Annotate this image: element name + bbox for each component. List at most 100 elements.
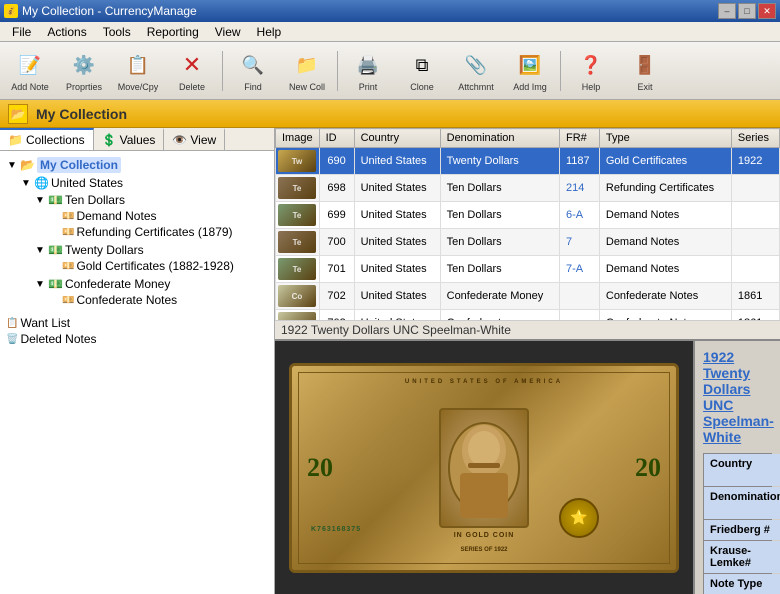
- tree-confederate[interactable]: ▼ 💵 Confederate Money 💴 Confederate Note…: [32, 275, 270, 309]
- menu-tools[interactable]: Tools: [95, 23, 139, 41]
- demand-notes-label[interactable]: Demand Notes: [76, 209, 156, 223]
- table-row[interactable]: Co 703 United States Confederate Confede…: [276, 310, 780, 321]
- gold-certs-row[interactable]: 💴 Gold Certificates (1882-1928): [46, 258, 270, 274]
- add-img-button[interactable]: 🖼️ Add Img: [504, 45, 556, 97]
- tab-view[interactable]: 👁️ View: [164, 128, 225, 150]
- table-row[interactable]: Te 699 United States Ten Dollars 6-A Dem…: [276, 202, 780, 229]
- exit-button[interactable]: 🚪 Exit: [619, 45, 671, 97]
- row-denomination: Confederate Money: [440, 283, 559, 310]
- confederate-notes-row[interactable]: 💴 Confederate Notes: [46, 292, 270, 308]
- help-button[interactable]: ❓ Help: [565, 45, 617, 97]
- twenty-label[interactable]: Twenty Dollars: [65, 243, 144, 257]
- tree-confederate-row[interactable]: ▼ 💵 Confederate Money: [32, 276, 270, 292]
- tree-twenty-dollars[interactable]: ▼ 💵 Twenty Dollars 💴 Gold Certificates (…: [32, 241, 270, 275]
- clone-button[interactable]: ⧉ Clone: [396, 45, 448, 97]
- menu-help[interactable]: Help: [249, 23, 290, 41]
- maximize-button[interactable]: □: [738, 3, 756, 19]
- want-list-label[interactable]: Want List: [20, 316, 70, 330]
- currency-note: UNITED STATES OF AMERICA 20 20: [289, 363, 679, 573]
- row-denomination: Twenty Dollars: [440, 148, 559, 175]
- col-fr[interactable]: FR#: [559, 129, 599, 148]
- tab-values-label: Values: [120, 133, 156, 147]
- toolbar-sep-3: [560, 51, 561, 91]
- new-coll-button[interactable]: 📁 New Coll: [281, 45, 333, 97]
- add-img-icon: 🖼️: [514, 49, 546, 81]
- tab-collections[interactable]: 📁 Collections: [0, 128, 94, 150]
- tree-ten-row[interactable]: ▼ 💵 Ten Dollars: [32, 192, 270, 208]
- table-row[interactable]: Co 702 United States Confederate Money C…: [276, 283, 780, 310]
- tree-item-us[interactable]: ▼ 🌐 United States ▼ 💵 Ten Dollars: [18, 174, 270, 310]
- row-type: Confederate Notes: [599, 310, 731, 321]
- new-coll-icon: 📁: [291, 49, 323, 81]
- expand-ten[interactable]: ▼: [34, 195, 46, 206]
- demand-notes-row[interactable]: 💴 Demand Notes: [46, 208, 270, 224]
- tree-root-row[interactable]: ▼ 📂 My Collection: [4, 156, 270, 174]
- menu-view[interactable]: View: [207, 23, 249, 41]
- info-strip: 1922 Twenty Dollars UNC Speelman-White: [275, 320, 780, 339]
- want-list-icon: 📋: [6, 318, 18, 329]
- col-image[interactable]: Image: [276, 129, 320, 148]
- expand-confederate[interactable]: ▼: [34, 279, 46, 290]
- expand-root[interactable]: ▼: [6, 160, 18, 171]
- table-row[interactable]: Tw 690 United States Twenty Dollars 1187…: [276, 148, 780, 175]
- tree-ten-dollars[interactable]: ▼ 💵 Ten Dollars 💴 Demand Notes: [32, 191, 270, 241]
- row-country: United States: [354, 175, 440, 202]
- tree-root[interactable]: ▼ 📂 My Collection ▼ 🌐 United States: [4, 155, 270, 311]
- deleted-notes-label[interactable]: Deleted Notes: [20, 332, 96, 346]
- row-denomination: Ten Dollars: [440, 175, 559, 202]
- table-row[interactable]: Te 701 United States Ten Dollars 7-A Dem…: [276, 256, 780, 283]
- row-country: United States: [354, 310, 440, 321]
- root-icon: 📂: [20, 158, 35, 172]
- refunding-row[interactable]: 💴 Refunding Certificates (1879): [46, 224, 270, 240]
- row-series: [731, 202, 779, 229]
- us-label[interactable]: United States: [51, 176, 123, 190]
- col-series[interactable]: Series: [731, 129, 779, 148]
- ten-label[interactable]: Ten Dollars: [65, 193, 125, 207]
- expand-twenty[interactable]: ▼: [34, 245, 46, 256]
- menu-actions[interactable]: Actions: [39, 23, 94, 41]
- print-button[interactable]: 🖨️ Print: [342, 45, 394, 97]
- col-id[interactable]: ID: [319, 129, 354, 148]
- row-fr: 1187: [559, 148, 599, 175]
- window-controls: – □ ✕: [718, 3, 776, 19]
- delete-button[interactable]: ✕ Delete: [166, 45, 218, 97]
- table-row[interactable]: Te 700 United States Ten Dollars 7 Deman…: [276, 229, 780, 256]
- menu-file[interactable]: File: [4, 23, 39, 41]
- col-type[interactable]: Type: [599, 129, 731, 148]
- clone-label: Clone: [410, 82, 434, 92]
- col-country[interactable]: Country: [354, 129, 440, 148]
- portrait-svg: [444, 413, 524, 523]
- add-note-button[interactable]: 📝 Add Note: [4, 45, 56, 97]
- col-denomination[interactable]: Denomination: [440, 129, 559, 148]
- records-table-container[interactable]: Image ID Country Denomination FR# Type S…: [275, 128, 780, 320]
- tree-twenty-row[interactable]: ▼ 💵 Twenty Dollars: [32, 242, 270, 258]
- view-tab-icon: 👁️: [172, 133, 187, 147]
- row-image: Te: [276, 229, 320, 256]
- confederate-label[interactable]: Confederate Money: [65, 277, 170, 291]
- table-row[interactable]: Te 698 United States Ten Dollars 214 Ref…: [276, 175, 780, 202]
- move-copy-button[interactable]: 📋 Move/Cpy: [112, 45, 164, 97]
- confederate-notes-label[interactable]: Confederate Notes: [76, 293, 177, 307]
- gold-certs-label[interactable]: Gold Certificates (1882-1928): [76, 259, 233, 273]
- minimize-button[interactable]: –: [718, 3, 736, 19]
- expand-us[interactable]: ▼: [20, 178, 32, 189]
- tree-us-row[interactable]: ▼ 🌐 United States: [18, 175, 270, 191]
- root-label[interactable]: My Collection: [37, 157, 121, 173]
- tab-values[interactable]: 💲 Values: [94, 128, 165, 150]
- refunding-label[interactable]: Refunding Certificates (1879): [76, 225, 232, 239]
- menu-reporting[interactable]: Reporting: [139, 23, 207, 41]
- want-list-row[interactable]: 📋 Want List: [4, 315, 270, 331]
- deleted-notes-row[interactable]: 🗑️ Deleted Notes: [4, 331, 270, 347]
- row-series: [731, 256, 779, 283]
- print-label: Print: [359, 82, 378, 92]
- gold-certs-icon: 💴: [62, 261, 74, 272]
- properties-button[interactable]: ⚙️ Proprties: [58, 45, 110, 97]
- attachment-button[interactable]: 📎 Attchmnt: [450, 45, 502, 97]
- attachment-label: Attchmnt: [458, 82, 494, 92]
- close-button[interactable]: ✕: [758, 3, 776, 19]
- page-title: My Collection: [36, 106, 127, 122]
- row-fr: 214: [559, 175, 599, 202]
- tab-collections-label: Collections: [26, 133, 85, 147]
- row-id: 690: [319, 148, 354, 175]
- find-button[interactable]: 🔍 Find: [227, 45, 279, 97]
